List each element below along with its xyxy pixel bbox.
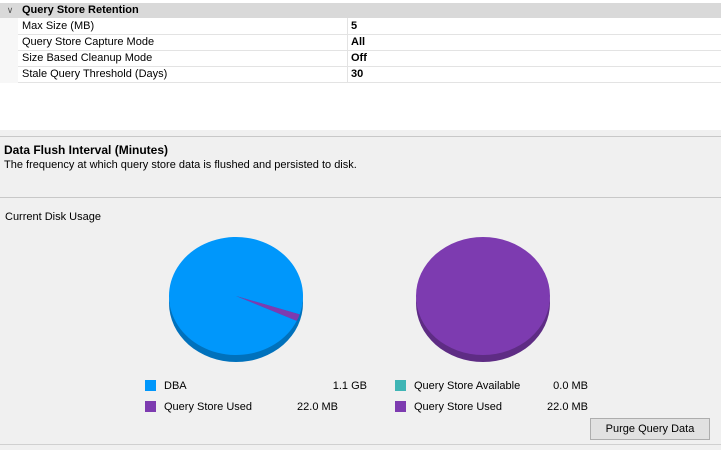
- property-row-stale-threshold[interactable]: Stale Query Threshold (Days) 30: [18, 66, 721, 83]
- legend-item-dba: DBA 1.1 GB: [145, 379, 375, 393]
- legend-label: Query Store Used: [164, 401, 253, 413]
- property-value[interactable]: All: [351, 34, 365, 50]
- property-name: Max Size (MB): [22, 20, 95, 32]
- legend-item-query-store-used-2: Query Store Used 22.0 MB: [395, 400, 625, 414]
- category-label: Query Store Retention: [22, 4, 139, 16]
- description-text: The frequency at which query store data …: [4, 159, 357, 171]
- legend-item-query-store-used: Query Store Used 22.0 MB: [145, 400, 375, 414]
- legend-swatch-query-store-available: [395, 380, 406, 391]
- legend-item-query-store-available: Query Store Available 0.0 MB: [395, 379, 625, 393]
- legend-swatch-query-store-used: [395, 401, 406, 412]
- legend-value: 22.0 MB: [547, 401, 588, 413]
- property-value[interactable]: 5: [351, 18, 357, 34]
- property-name: Size Based Cleanup Mode: [22, 52, 153, 64]
- chevron-down-icon[interactable]: ∨: [4, 3, 16, 18]
- query-store-usage-pie-chart: [416, 237, 550, 362]
- legend-swatch-dba: [145, 380, 156, 391]
- disk-usage-label: Current Disk Usage: [5, 211, 101, 223]
- property-value[interactable]: Off: [351, 50, 367, 66]
- property-row-max-size[interactable]: Max Size (MB) 5: [18, 18, 721, 35]
- purge-query-data-button[interactable]: Purge Query Data: [590, 418, 710, 440]
- dba-usage-pie-chart: [168, 237, 303, 362]
- legend-label: DBA: [164, 380, 187, 392]
- description-panel: Data Flush Interval (Minutes) The freque…: [0, 136, 721, 198]
- legend-label: Query Store Used: [414, 401, 503, 413]
- divider: [0, 444, 721, 445]
- legend-value: 22.0 MB: [297, 401, 338, 413]
- property-grid: ∨ Query Store Retention Max Size (MB) 5 …: [0, 0, 721, 130]
- legend-swatch-query-store-used: [145, 401, 156, 412]
- pie-slice-dba: [168, 237, 303, 356]
- legend-value: 0.0 MB: [553, 380, 588, 392]
- legend-label: Query Store Available: [414, 380, 521, 392]
- property-value[interactable]: 30: [351, 66, 363, 82]
- description-title: Data Flush Interval (Minutes): [4, 143, 169, 157]
- category-row[interactable]: ∨ Query Store Retention: [0, 3, 721, 18]
- property-row-capture-mode[interactable]: Query Store Capture Mode All: [18, 34, 721, 51]
- property-row-cleanup-mode[interactable]: Size Based Cleanup Mode Off: [18, 50, 721, 67]
- property-name: Stale Query Threshold (Days): [22, 68, 168, 80]
- property-name: Query Store Capture Mode: [22, 36, 155, 48]
- grid-margin: [0, 18, 18, 83]
- pie-slice-query-store-used: [416, 237, 550, 355]
- legend-value: 1.1 GB: [332, 380, 367, 392]
